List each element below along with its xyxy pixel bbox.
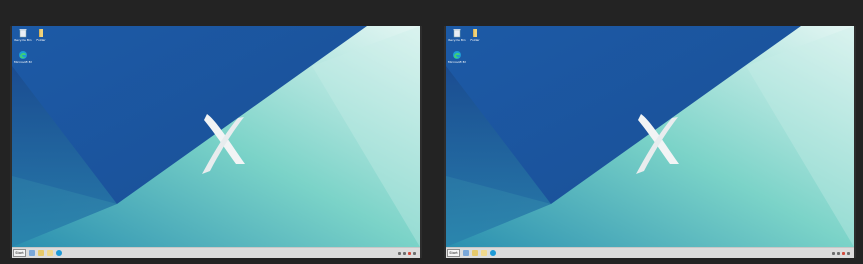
folder-icon[interactable]: [481, 250, 487, 256]
desktop-icon-label: Microsoft Edge: [448, 60, 466, 64]
desktop-icon-edge[interactable]: Microsoft Edge: [448, 50, 466, 72]
chevron-up-icon[interactable]: [832, 251, 835, 255]
recycle-bin-icon: [19, 29, 27, 38]
desktop-icon-folder[interactable]: Folder: [466, 28, 484, 50]
start-button[interactable]: Start: [13, 249, 26, 257]
file-explorer-icon[interactable]: [38, 250, 44, 256]
monitor-right: Recycle Bin Folder Microsoft Edge Start: [444, 26, 856, 258]
notification-icon[interactable]: [842, 251, 845, 255]
monitor-left: Recycle Bin Folder Microsoft Edge Start: [10, 26, 422, 258]
desktop-icon-label: Folder: [36, 38, 46, 42]
volume-icon[interactable]: [847, 251, 850, 255]
recycle-bin-icon: [453, 29, 461, 38]
desktop-icon-folder[interactable]: Folder: [32, 28, 50, 50]
folder-icon: [473, 29, 477, 37]
wallpaper-left: [12, 26, 420, 247]
volume-icon[interactable]: [413, 251, 416, 255]
desktop-icon-label: Folder: [470, 38, 480, 42]
edge-icon: [453, 51, 461, 59]
desktop-icon-label: Recycle Bin: [448, 38, 466, 42]
search-icon[interactable]: [29, 250, 35, 256]
desktop-icon-label: Microsoft Edge: [14, 60, 32, 64]
screen-stage: Recycle Bin Folder Microsoft Edge Start: [0, 0, 863, 264]
edge-icon[interactable]: [56, 250, 62, 256]
edge-icon: [19, 51, 27, 59]
desktop-right[interactable]: Recycle Bin Folder Microsoft Edge: [446, 26, 854, 247]
desktop-left[interactable]: Recycle Bin Folder Microsoft Edge: [12, 26, 420, 247]
notification-icon[interactable]: [408, 251, 411, 255]
system-tray: [398, 249, 418, 257]
start-button[interactable]: Start: [447, 249, 460, 257]
system-tray: [832, 249, 852, 257]
chevron-up-icon[interactable]: [398, 251, 401, 255]
folder-icon: [39, 29, 43, 37]
folder-icon[interactable]: [47, 250, 53, 256]
file-explorer-icon[interactable]: [472, 250, 478, 256]
desktop-icon-edge[interactable]: Microsoft Edge: [14, 50, 32, 72]
edge-icon[interactable]: [490, 250, 496, 256]
desktop-icon-recycle-bin[interactable]: Recycle Bin: [448, 28, 466, 50]
desktop-icon-label: Recycle Bin: [14, 38, 32, 42]
network-icon[interactable]: [403, 251, 406, 255]
taskbar-left: Start: [12, 247, 420, 258]
desktop-icon-recycle-bin[interactable]: Recycle Bin: [14, 28, 32, 50]
search-icon[interactable]: [463, 250, 469, 256]
network-icon[interactable]: [837, 251, 840, 255]
taskbar-right: Start: [446, 247, 854, 258]
wallpaper-right: [446, 26, 854, 247]
